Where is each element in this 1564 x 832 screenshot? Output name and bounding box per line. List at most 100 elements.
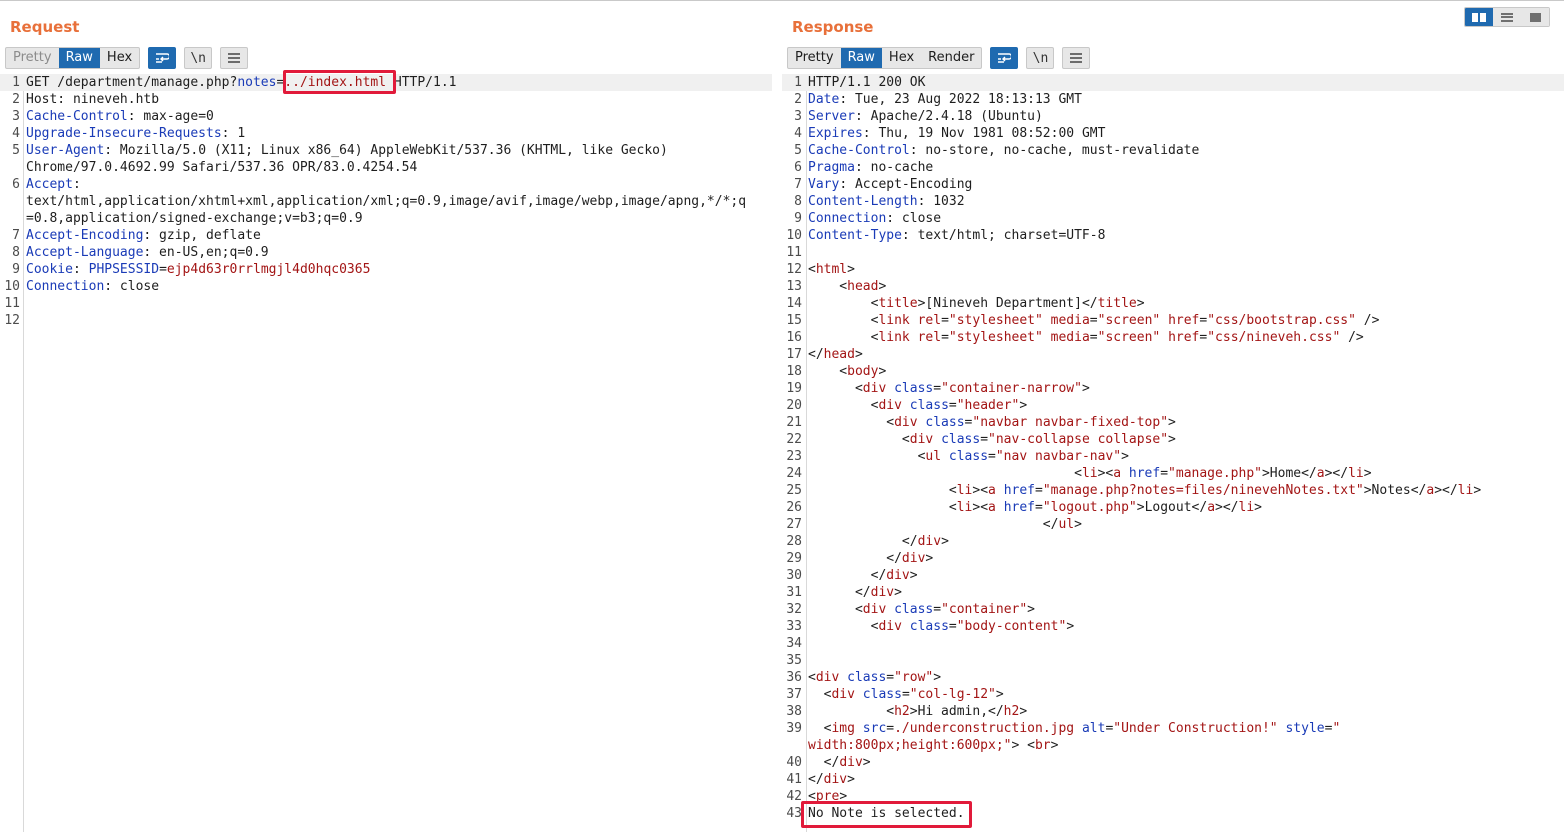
line-number: 28 bbox=[786, 534, 802, 549]
single-pane-layout-icon[interactable] bbox=[1521, 8, 1549, 26]
code-token: media bbox=[1050, 330, 1090, 345]
code-token: < bbox=[808, 721, 832, 736]
code-line: 1 HTTP/1.1 200 OK bbox=[782, 74, 1564, 91]
response-tab-pretty[interactable]: Pretty bbox=[788, 48, 841, 68]
code-token: : text/html; charset=UTF-8 bbox=[901, 228, 1106, 243]
line-number: 9 bbox=[12, 262, 20, 277]
code-token: : 1032 bbox=[917, 194, 965, 209]
response-editor[interactable]: 1 HTTP/1.1 200 OK 2 Date: Tue, 23 Aug 2022 … bbox=[782, 74, 1564, 832]
request-editor[interactable]: 1 GET /department/manage.php?notes=../ind… bbox=[0, 74, 772, 832]
code-token: < bbox=[808, 483, 957, 498]
request-tab-hex[interactable]: Hex bbox=[100, 48, 139, 68]
code-token: < bbox=[808, 432, 910, 447]
code-line: 22 <div class="nav-collapse collapse"> bbox=[782, 431, 1564, 448]
line-number: 29 bbox=[786, 551, 802, 566]
code-token: = bbox=[933, 602, 942, 617]
code-text: Accept-Language: en-US,en;q=0.9 bbox=[26, 244, 269, 261]
code-token: href bbox=[1168, 330, 1200, 345]
code-token: = bbox=[980, 432, 989, 447]
code-token: head bbox=[823, 347, 855, 362]
code-token: PHPSESSID bbox=[88, 262, 160, 277]
response-tab-hex[interactable]: Hex bbox=[882, 48, 921, 68]
line-number: 1 bbox=[794, 75, 802, 90]
code-token: > bbox=[1363, 466, 1372, 481]
code-token: > bbox=[1121, 449, 1129, 464]
code-token: : Mozilla/5.0 (X11; Linux x86_64) AppleW… bbox=[104, 143, 668, 158]
code-line: 31 </div> bbox=[782, 584, 1564, 601]
code-token: class bbox=[909, 619, 949, 634]
code-token: class bbox=[941, 432, 981, 447]
menu-icon[interactable] bbox=[220, 47, 249, 69]
code-token: div bbox=[815, 670, 840, 685]
code-token: =0.8,application/signed-exchange;v=b3;q=… bbox=[26, 211, 363, 226]
code-token: " bbox=[1332, 721, 1341, 736]
line-number: 30 bbox=[786, 568, 802, 583]
line-number: 21 bbox=[786, 415, 802, 430]
newline-toggle-icon[interactable]: \n bbox=[1026, 47, 1055, 69]
code-text: Upgrade-Insecure-Requests: 1 bbox=[26, 125, 245, 142]
line-number: 40 bbox=[786, 755, 802, 770]
code-token: div bbox=[862, 602, 887, 617]
code-token: rel bbox=[917, 330, 942, 345]
code-text: <div class="navbar navbar-fixed-top"> bbox=[808, 414, 1176, 431]
stacked-layout-icon[interactable] bbox=[1493, 8, 1521, 26]
line-number: 39 bbox=[786, 721, 802, 736]
response-tab-render[interactable]: Render bbox=[921, 48, 981, 68]
code-text: =0.8,application/signed-exchange;v=b3;q=… bbox=[26, 210, 363, 227]
code-line: 26 <li><a href="logout.php">Logout</a></… bbox=[782, 499, 1564, 516]
code-token: title bbox=[878, 296, 918, 311]
code-text: <title>[Nineveh Department]</title> bbox=[808, 295, 1145, 312]
menu-icon[interactable] bbox=[1062, 47, 1091, 69]
code-text: <div class="container-narrow"> bbox=[808, 380, 1090, 397]
highlight-box-no-note bbox=[801, 801, 972, 828]
code-token: = bbox=[1089, 313, 1098, 328]
code-text: </div> bbox=[808, 584, 902, 601]
wrap-lines-icon[interactable] bbox=[990, 47, 1019, 69]
request-tab-pretty[interactable]: Pretty bbox=[6, 48, 59, 68]
code-token: > bbox=[925, 551, 934, 566]
code-text: Host: nineveh.htb bbox=[26, 91, 159, 108]
newline-toggle-icon[interactable]: \n bbox=[184, 47, 213, 69]
code-token: Accept-Language bbox=[26, 245, 144, 260]
code-token: ></ bbox=[1215, 500, 1239, 515]
code-token: < bbox=[808, 381, 863, 396]
request-tab-raw[interactable]: Raw bbox=[58, 48, 100, 68]
code-token: Upgrade-Insecure-Requests bbox=[26, 126, 222, 141]
code-token: Content-Length bbox=[808, 194, 918, 209]
code-token: h2 bbox=[1003, 704, 1020, 719]
code-token: > bbox=[995, 687, 1004, 702]
response-toolbar: Pretty Raw Hex Render \n bbox=[787, 47, 1091, 69]
line-number: 7 bbox=[12, 228, 20, 243]
line-number: 15 bbox=[786, 313, 802, 328]
code-token: "header" bbox=[956, 398, 1020, 413]
code-token: </ bbox=[808, 347, 824, 362]
line-number: 36 bbox=[786, 670, 802, 685]
code-token: < bbox=[808, 398, 879, 413]
code-text: <body> bbox=[808, 363, 886, 380]
response-tab-raw[interactable]: Raw bbox=[840, 48, 882, 68]
code-token: Accept-Encoding bbox=[26, 228, 144, 243]
code-token: "logout.php" bbox=[1042, 500, 1137, 515]
code-token: "nav-collapse collapse" bbox=[988, 432, 1169, 447]
code-token: > bbox=[1066, 619, 1075, 634]
code-token: = bbox=[159, 262, 167, 277]
code-line: 21 <div class="navbar navbar-fixed-top"> bbox=[782, 414, 1564, 431]
wrap-lines-icon[interactable] bbox=[148, 47, 177, 69]
code-token: < bbox=[808, 279, 848, 294]
code-text: <div class="nav-collapse collapse"> bbox=[808, 431, 1176, 448]
code-token: a bbox=[988, 483, 996, 498]
code-line: 13 <head> bbox=[782, 278, 1564, 295]
code-token: User-Agent bbox=[26, 143, 105, 158]
code-token: div bbox=[831, 687, 855, 702]
code-token: html bbox=[815, 262, 848, 277]
code-token: : Tue, 23 Aug 2022 18:13:13 GMT bbox=[839, 92, 1082, 107]
code-line: 11 bbox=[782, 244, 1564, 261]
side-by-side-layout-icon[interactable] bbox=[1465, 8, 1493, 26]
line-number: 2 bbox=[12, 92, 20, 107]
code-token: >[Nineveh Department]</ bbox=[917, 296, 1098, 311]
code-token: div bbox=[870, 585, 895, 600]
code-token: < bbox=[808, 313, 879, 328]
